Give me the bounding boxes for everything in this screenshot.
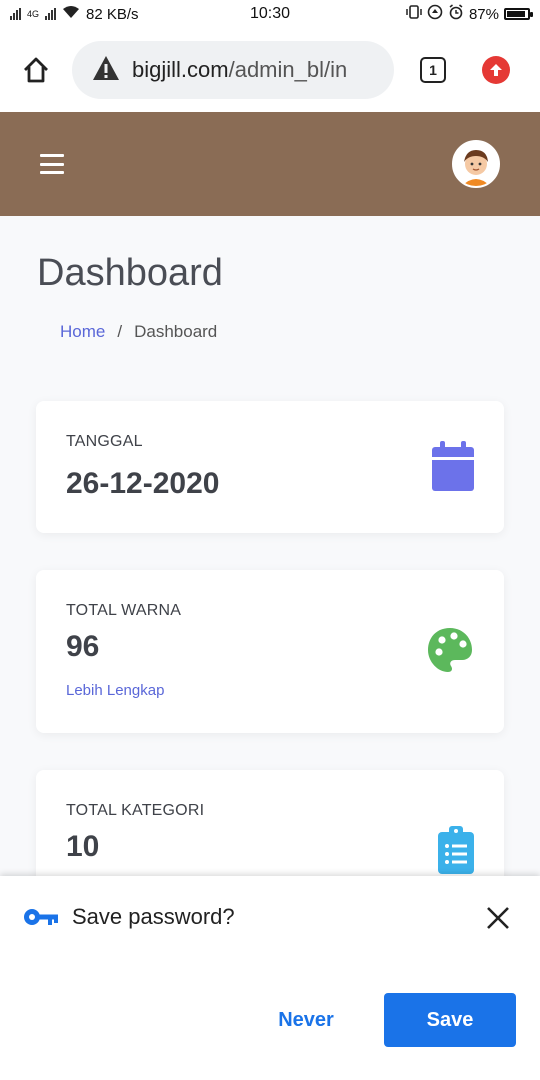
url-path: /admin_bl/in bbox=[228, 57, 348, 82]
home-icon bbox=[24, 57, 48, 83]
url-domain: bigjill.com bbox=[132, 57, 229, 82]
breadcrumb-home-link[interactable]: Home bbox=[60, 322, 105, 342]
address-bar[interactable]: bigjill.com/admin_bl/in bbox=[72, 41, 394, 99]
card-label: TOTAL KATEGORI bbox=[66, 802, 205, 819]
browser-toolbar: bigjill.com/admin_bl/in 1 bbox=[0, 28, 540, 112]
battery-icon bbox=[504, 8, 533, 20]
save-button[interactable]: Save bbox=[384, 993, 516, 1047]
wifi-icon bbox=[62, 5, 80, 23]
breadcrumb-separator: / bbox=[117, 322, 123, 341]
menu-toggle-button[interactable] bbox=[40, 154, 64, 174]
lebih-lengkap-link[interactable]: Lebih Lengkap bbox=[66, 682, 164, 699]
tab-switcher-button[interactable]: 1 bbox=[420, 57, 446, 83]
card-tanggal: TANGGAL 26-12-2020 bbox=[36, 401, 504, 533]
status-bar: 4G 82 KB/s 10:30 87% bbox=[0, 0, 540, 28]
site-header bbox=[0, 112, 540, 216]
network-type-label: 4G bbox=[27, 9, 40, 19]
breadcrumb-current: Dashboard bbox=[134, 322, 218, 341]
calendar-icon bbox=[432, 441, 474, 496]
warning-icon bbox=[92, 55, 120, 86]
breadcrumb: Home / Dashboard bbox=[60, 322, 217, 342]
save-password-title: Save password? bbox=[72, 904, 235, 929]
palette-icon bbox=[426, 626, 474, 679]
update-button[interactable] bbox=[482, 56, 510, 84]
signal-icon bbox=[10, 8, 21, 20]
avatar[interactable] bbox=[452, 140, 500, 188]
arrow-up-icon bbox=[490, 64, 502, 76]
card-value: 96 bbox=[66, 630, 100, 663]
clipboard-list-icon bbox=[438, 826, 474, 879]
card-total-warna: TOTAL WARNA 96 Lebih Lengkap bbox=[36, 570, 504, 733]
data-saver-icon bbox=[427, 4, 443, 24]
card-label: TANGGAL bbox=[66, 433, 143, 450]
alarm-icon bbox=[448, 4, 464, 24]
never-button[interactable]: Never bbox=[262, 994, 350, 1046]
key-icon bbox=[24, 908, 58, 931]
card-value: 26-12-2020 bbox=[66, 467, 220, 500]
signal-icon-2 bbox=[45, 8, 57, 20]
battery-percent: 87% bbox=[468, 5, 499, 23]
close-icon bbox=[487, 907, 509, 929]
save-password-dialog: Save password? Never Save bbox=[0, 876, 540, 1080]
close-button[interactable] bbox=[486, 906, 510, 930]
network-speed: 82 KB/s bbox=[86, 5, 139, 23]
page-title: Dashboard bbox=[37, 252, 223, 294]
home-button[interactable] bbox=[14, 48, 58, 92]
card-value: 10 bbox=[66, 830, 100, 863]
vibrate-icon bbox=[406, 4, 422, 24]
card-label: TOTAL WARNA bbox=[66, 602, 182, 619]
url-text: bigjill.com/admin_bl/in bbox=[132, 57, 347, 83]
